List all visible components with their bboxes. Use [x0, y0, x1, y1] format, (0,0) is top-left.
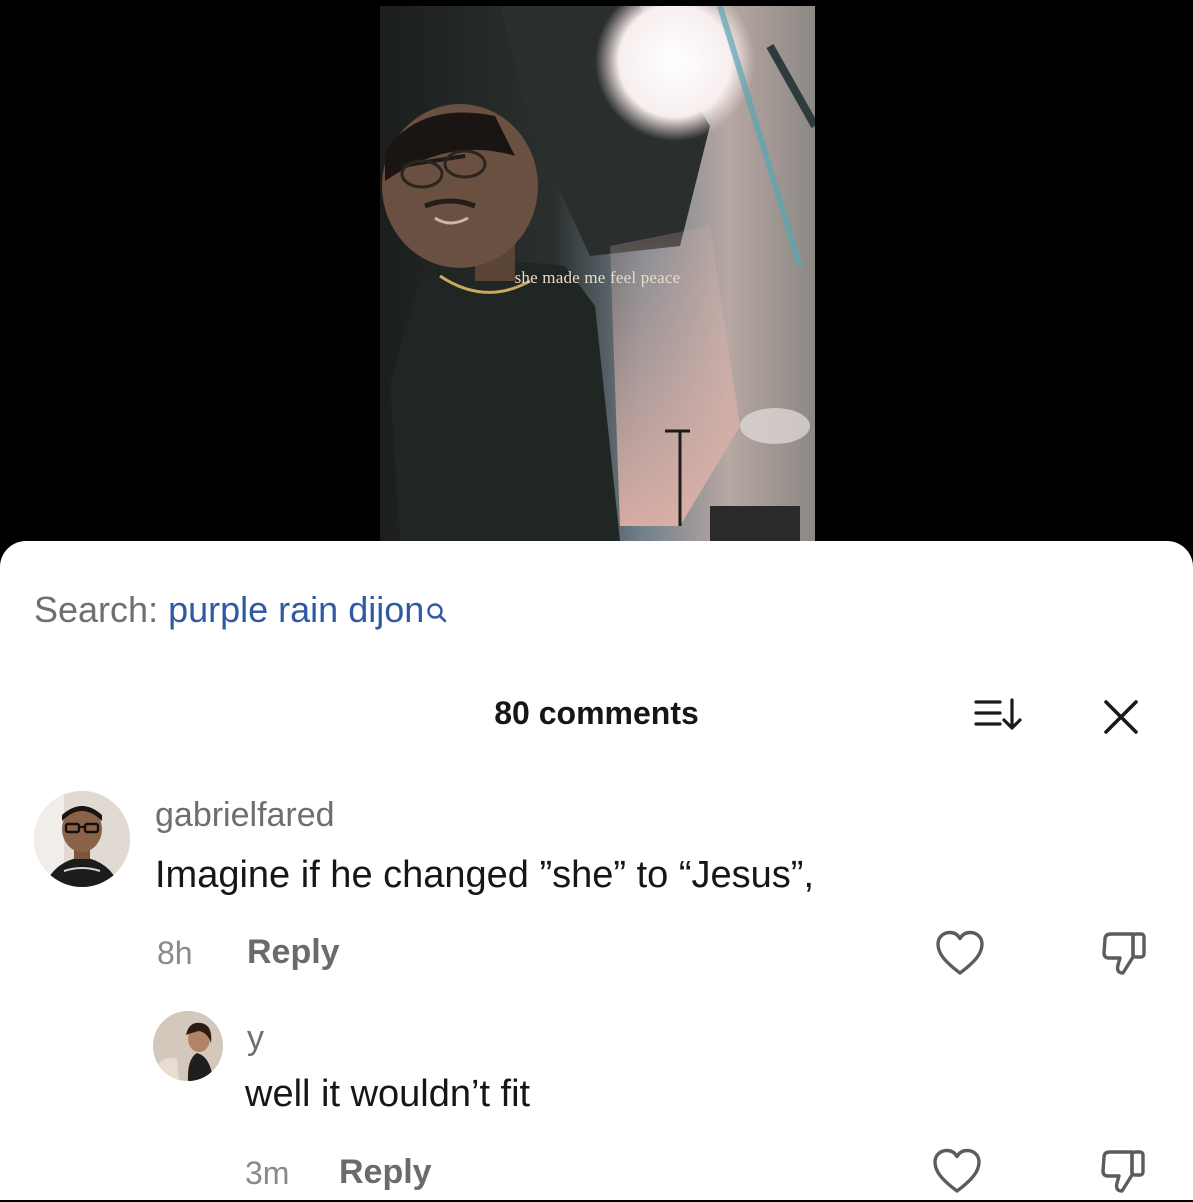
search-suggestion[interactable]: Search: purple rain dijon: [34, 589, 448, 635]
video-frame[interactable]: she made me feel peace: [380, 6, 815, 541]
comments-sheet: Search: purple rain dijon 80 comments ga…: [0, 541, 1193, 1200]
reply-button[interactable]: Reply: [247, 933, 340, 972]
close-icon: [1100, 700, 1142, 742]
sort-icon: [970, 698, 1028, 740]
avatar[interactable]: [34, 791, 130, 887]
comment-timestamp: 8h: [157, 935, 193, 971]
avatar[interactable]: [153, 1011, 223, 1081]
like-button[interactable]: [934, 929, 986, 979]
dislike-button[interactable]: [1098, 1147, 1150, 1197]
heart-icon: [934, 930, 986, 983]
thumbs-down-icon: [1099, 932, 1151, 983]
comment-username[interactable]: gabrielfared: [155, 796, 335, 835]
video-caption: she made me feel peace: [514, 268, 681, 287]
video-player[interactable]: she made me feel peace: [0, 0, 1193, 560]
reply-button[interactable]: Reply: [339, 1153, 432, 1192]
comment-text: Imagine if he changed ”she” to “Jesus”,: [155, 854, 815, 896]
comment-text: well it wouldn’t fit: [245, 1073, 531, 1115]
thumbs-down-icon: [1098, 1150, 1150, 1201]
search-term-link[interactable]: purple rain dijon: [168, 589, 424, 630]
comment-username[interactable]: y: [247, 1019, 264, 1058]
close-button[interactable]: [1100, 696, 1142, 738]
comment-timestamp: 3m: [245, 1155, 290, 1191]
heart-icon: [931, 1148, 983, 1201]
search-prefix: Search:: [34, 589, 159, 630]
dislike-button[interactable]: [1099, 929, 1151, 979]
sort-button[interactable]: [970, 696, 1028, 736]
like-button[interactable]: [931, 1147, 983, 1197]
search-icon: [426, 593, 448, 635]
